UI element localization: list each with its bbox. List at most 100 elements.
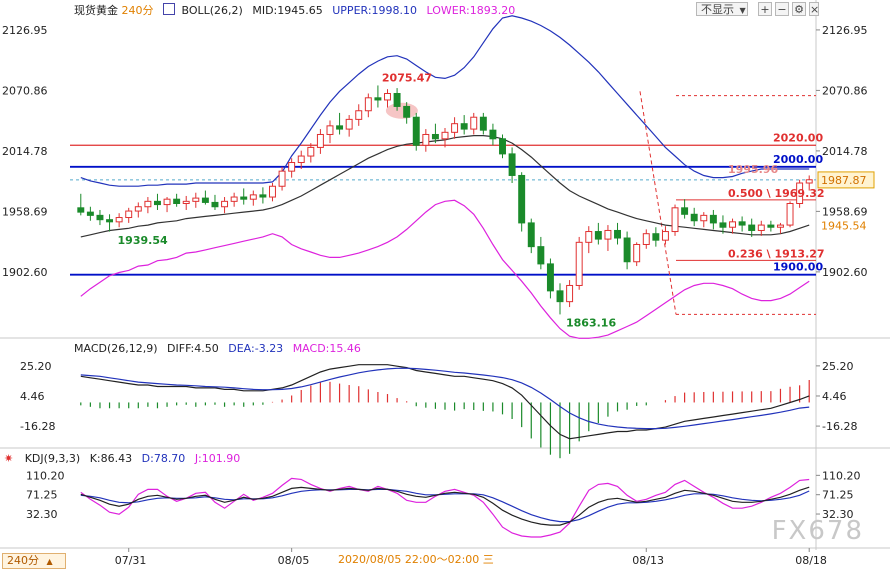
candle-body bbox=[288, 162, 296, 172]
kdj-k-value: K:86.43 bbox=[89, 452, 133, 465]
kdj-tick-label-left: 32.30 bbox=[26, 508, 58, 521]
low-label-1: 1939.54 bbox=[118, 234, 168, 247]
close-icon[interactable]: × bbox=[809, 2, 819, 16]
candle-body bbox=[633, 243, 641, 263]
symbol-label: 现货黄金 bbox=[74, 4, 118, 17]
candle-body bbox=[211, 201, 219, 208]
kdj-header: ✷ KDJ(9,3,3) K:86.43 D:78.70 J:101.90 bbox=[4, 452, 240, 466]
boll-title[interactable]: BOLL(26,2) bbox=[182, 4, 243, 17]
x-tick-label: 07/31 bbox=[115, 554, 147, 567]
candle-body bbox=[403, 105, 411, 118]
candle-body bbox=[470, 116, 478, 130]
macd-tick-label-right: -16.28 bbox=[822, 420, 857, 433]
candle-body bbox=[700, 214, 708, 222]
crosshair-time-label: 2020/08/05 22:00～02:00 三 bbox=[338, 553, 494, 566]
kdj-k-line bbox=[80, 486, 810, 526]
macd-tick-label-left: 4.46 bbox=[20, 390, 45, 403]
watermark: FX678 bbox=[771, 516, 864, 546]
macd-diff-line bbox=[80, 364, 810, 440]
boll-mid-value: MID:1945.65 bbox=[252, 4, 323, 17]
fib-500-label: 0.500 \ 1969.32 bbox=[728, 187, 825, 200]
candle-body bbox=[681, 207, 689, 215]
candle-body bbox=[96, 214, 104, 221]
current-price-label: 1987.87 bbox=[821, 174, 867, 187]
kdj-j-line bbox=[80, 477, 810, 538]
candle-body bbox=[690, 213, 698, 222]
settings-icon[interactable]: ⚙ bbox=[792, 2, 806, 16]
sun-icon[interactable]: ✷ bbox=[4, 452, 13, 465]
x-tick-label: 08/18 bbox=[795, 554, 827, 567]
candle-body bbox=[527, 222, 535, 248]
boll-toggle-icon[interactable] bbox=[163, 3, 175, 15]
candle-body bbox=[479, 116, 487, 131]
line-1900-label: 1900.00 bbox=[773, 261, 823, 274]
candle-body bbox=[537, 246, 545, 265]
candle-body bbox=[556, 290, 564, 303]
candle-body bbox=[144, 200, 152, 208]
candle-body bbox=[661, 231, 669, 241]
add-icon[interactable]: + bbox=[758, 2, 772, 16]
candle-body bbox=[230, 196, 238, 202]
candle-body bbox=[192, 197, 200, 202]
candle-body bbox=[221, 200, 229, 208]
candle-body bbox=[173, 198, 181, 205]
price-tick-label-right: 1902.60 bbox=[822, 266, 868, 279]
line-2000-label: 2000.00 bbox=[773, 153, 823, 166]
kdj-tick-label-right: 110.20 bbox=[822, 469, 861, 482]
price-tick-label-right: 2014.78 bbox=[822, 145, 868, 158]
remove-icon[interactable]: − bbox=[775, 2, 789, 16]
candle-body bbox=[307, 146, 315, 157]
x-tick-label: 08/13 bbox=[632, 554, 664, 567]
macd-dea-value: DEA:-3.23 bbox=[228, 342, 284, 355]
candle-body bbox=[106, 219, 114, 223]
hide-indicator-label: 不显示 bbox=[701, 3, 734, 16]
candle-body bbox=[269, 185, 276, 198]
line-2020-label: 2020.00 bbox=[773, 131, 823, 144]
candle-body bbox=[393, 92, 401, 107]
candle-body bbox=[460, 123, 468, 130]
low-label-2: 1863.16 bbox=[566, 316, 616, 329]
x-tick-label: 08/05 bbox=[278, 554, 310, 567]
candle-body bbox=[77, 207, 85, 213]
candle-body bbox=[566, 284, 574, 303]
macd-tick-label-left: -16.28 bbox=[20, 420, 55, 433]
price-tick-label-left: 2126.95 bbox=[2, 24, 48, 37]
candle-body bbox=[729, 221, 737, 228]
candle-body bbox=[355, 110, 363, 120]
hide-indicator-select[interactable]: 不显示 ▼ bbox=[696, 2, 748, 16]
candle-body bbox=[671, 207, 679, 233]
high-label: 2075.47 bbox=[382, 71, 432, 84]
candle-body bbox=[623, 237, 631, 263]
candle-body bbox=[518, 174, 526, 224]
candle-body bbox=[776, 224, 784, 228]
candle-body bbox=[757, 224, 765, 231]
price-tick-label-left: 1958.69 bbox=[2, 205, 48, 218]
candle-body bbox=[546, 263, 554, 292]
macd-title[interactable]: MACD(26,12,9) bbox=[74, 342, 158, 355]
kdj-tick-label-right: 71.25 bbox=[822, 489, 854, 502]
period-label: 240分 bbox=[121, 4, 154, 17]
kdj-tick-label-left: 71.25 bbox=[26, 489, 58, 502]
chart-canvas: 2126.95 2126.95 2070.86 2070.86 2014.78 2014.… bbox=[0, 0, 890, 567]
kdj-title[interactable]: KDJ(9,3,3) bbox=[25, 452, 81, 465]
candle-body bbox=[249, 194, 257, 200]
candle-body bbox=[508, 153, 516, 176]
price-tick-label-right: 2070.86 bbox=[822, 84, 868, 97]
kdj-j-value: J:101.90 bbox=[194, 452, 241, 465]
timeframe-select[interactable]: 240分 ▲ bbox=[2, 553, 66, 569]
candle-body bbox=[316, 133, 324, 148]
candle-body bbox=[278, 170, 286, 187]
kdj-d-value: D:78.70 bbox=[141, 452, 186, 465]
macd-tick-label-right: 4.46 bbox=[822, 390, 847, 403]
candle-body bbox=[297, 155, 305, 164]
boll-lower-line bbox=[80, 199, 810, 339]
boll-upper-line bbox=[80, 15, 810, 187]
chart-stage: 2126.95 2126.95 2070.86 2070.86 2014.78 2014.… bbox=[0, 0, 890, 570]
candle-body bbox=[364, 97, 372, 112]
candle-body bbox=[805, 179, 813, 184]
highlight-ellipse bbox=[385, 102, 418, 119]
candle-body bbox=[575, 241, 583, 286]
boll-upper-value: UPPER:1998.10 bbox=[332, 4, 418, 17]
candle-body bbox=[240, 196, 248, 200]
price-header: 现货黄金 240分 BOLL(26,2) MID:1945.65 UPPER:1… bbox=[74, 3, 515, 18]
